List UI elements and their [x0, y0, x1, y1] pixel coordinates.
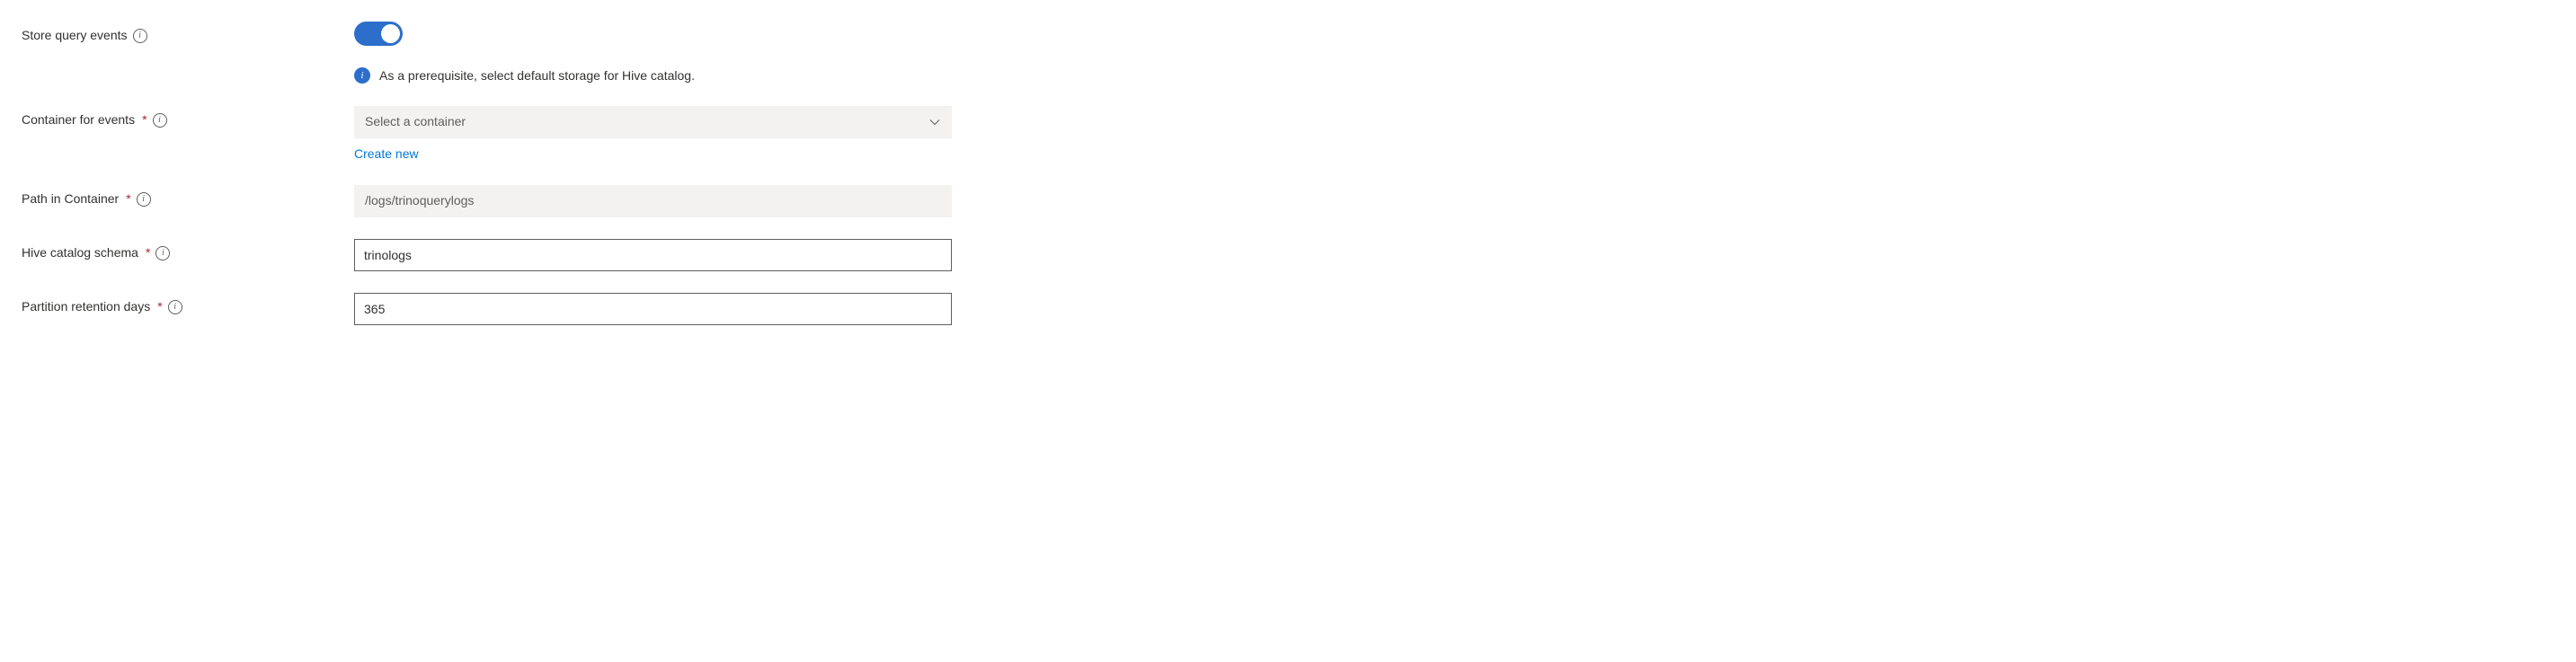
- path-in-container-input: /logs/trinoquerylogs: [354, 185, 952, 217]
- store-query-events-label-col: Store query events i: [22, 22, 354, 45]
- required-mark: *: [157, 298, 162, 316]
- store-query-events-label: Store query events: [22, 27, 128, 45]
- required-mark: *: [142, 111, 147, 129]
- container-for-events-label-col: Container for events * i: [22, 106, 354, 129]
- info-icon[interactable]: i: [133, 29, 147, 43]
- info-filled-icon: i: [354, 67, 370, 84]
- prerequisite-text: As a prerequisite, select default storag…: [379, 67, 695, 85]
- path-in-container-label: Path in Container: [22, 190, 119, 208]
- container-for-events-control-col: Select a container Create new: [354, 106, 952, 163]
- container-select[interactable]: Select a container: [354, 106, 952, 138]
- required-mark: *: [146, 244, 150, 262]
- path-in-container-label-col: Path in Container * i: [22, 185, 354, 208]
- partition-retention-label: Partition retention days: [22, 298, 150, 316]
- hive-catalog-schema-label-col: Hive catalog schema * i: [22, 239, 354, 262]
- container-for-events-label: Container for events: [22, 111, 135, 129]
- path-in-container-control-col: /logs/trinoquerylogs: [354, 185, 952, 217]
- path-in-container-value: /logs/trinoquerylogs: [365, 192, 474, 210]
- toggle-thumb: [381, 24, 400, 43]
- partition-retention-label-col: Partition retention days * i: [22, 293, 354, 316]
- partition-retention-input[interactable]: [354, 293, 952, 325]
- info-icon[interactable]: i: [155, 246, 170, 260]
- info-icon[interactable]: i: [168, 300, 182, 314]
- info-icon[interactable]: i: [137, 192, 151, 207]
- container-for-events-row: Container for events * i Select a contai…: [22, 106, 2554, 163]
- required-mark: *: [126, 190, 130, 208]
- store-query-events-row: Store query events i i As a prerequisite…: [22, 22, 2554, 84]
- chevron-down-icon: [928, 116, 941, 128]
- info-icon[interactable]: i: [153, 113, 167, 128]
- container-select-placeholder: Select a container: [365, 113, 466, 131]
- hive-catalog-schema-input[interactable]: [354, 239, 952, 271]
- partition-retention-control-col: [354, 293, 952, 325]
- create-new-link[interactable]: Create new: [354, 146, 419, 163]
- hive-catalog-schema-label: Hive catalog schema: [22, 244, 138, 262]
- hive-catalog-schema-control-col: [354, 239, 952, 271]
- prerequisite-notice: i As a prerequisite, select default stor…: [354, 67, 952, 85]
- partition-retention-row: Partition retention days * i: [22, 293, 2554, 325]
- hive-catalog-schema-row: Hive catalog schema * i: [22, 239, 2554, 271]
- store-query-events-control-col: i As a prerequisite, select default stor…: [354, 22, 952, 84]
- store-query-events-toggle[interactable]: [354, 22, 403, 46]
- path-in-container-row: Path in Container * i /logs/trinoquerylo…: [22, 185, 2554, 217]
